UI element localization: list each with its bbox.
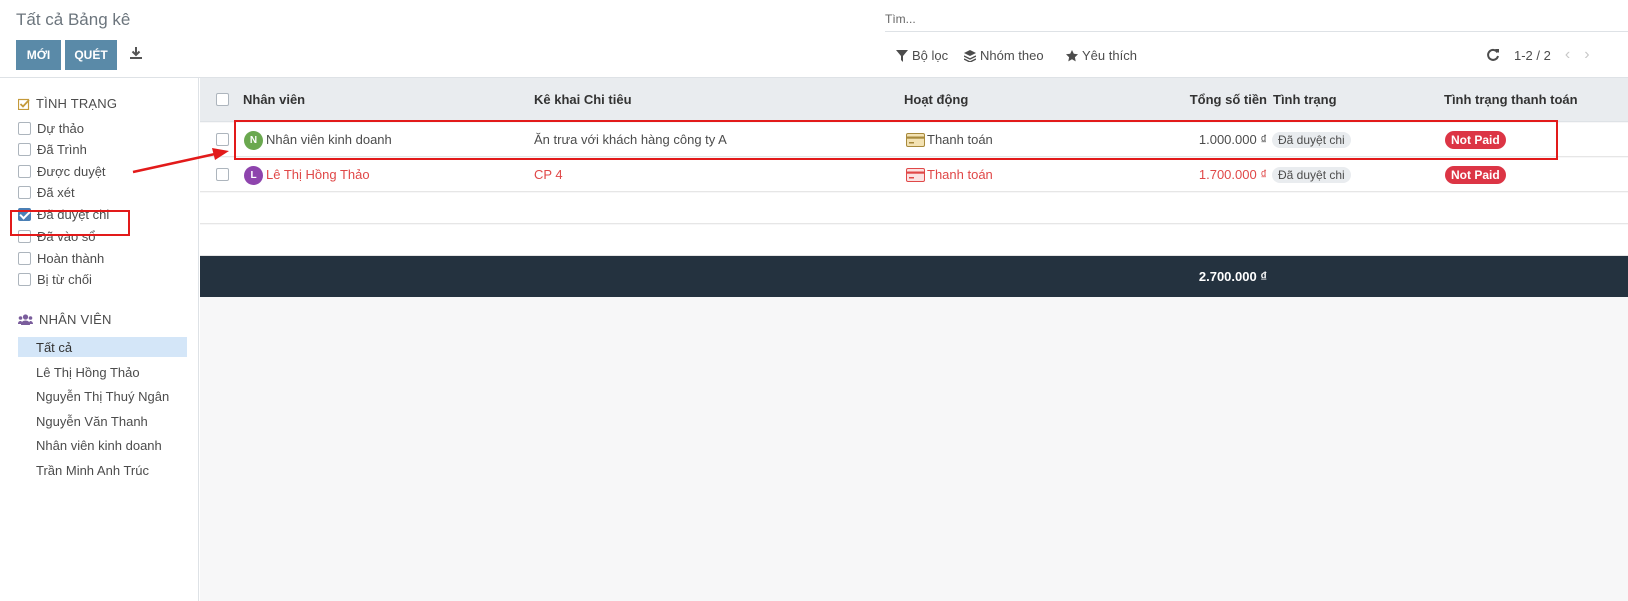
status-item-done[interactable]: Hoàn thành [18, 251, 104, 266]
filter-button[interactable]: Bộ lọc [896, 48, 948, 63]
status-label: Đã xét [37, 185, 75, 200]
status-checkbox[interactable] [18, 273, 31, 286]
status-checkbox[interactable] [18, 252, 31, 265]
status-item-reviewed[interactable]: Đã xét [18, 185, 75, 200]
users-icon [18, 313, 33, 325]
footer-total: 2.700.000 ₫ [1198, 269, 1267, 284]
status-checkbox[interactable] [18, 122, 31, 135]
search-panel: TÌNH TRẠNG Dự thảo Đã Trình Được duyệt Đ… [0, 78, 199, 601]
highlight-box-status [10, 210, 130, 236]
employee-item[interactable]: Nguyễn Thị Thuý Ngân [18, 386, 187, 406]
group-by-button[interactable]: Nhóm theo [964, 48, 1044, 63]
empty-row [200, 193, 1628, 224]
credit-card-icon[interactable] [906, 168, 925, 182]
chevron-left-icon[interactable]: ‹ [1565, 46, 1570, 64]
avatar: L [244, 166, 263, 185]
filter-icon [896, 49, 908, 62]
pager: 1-2 / 2 ‹ › [1486, 46, 1590, 64]
status-checkbox[interactable] [18, 165, 31, 178]
status-item-draft[interactable]: Dự thảo [18, 121, 84, 136]
status-item-approved[interactable]: Được duyệt [18, 164, 106, 179]
row-checkbox[interactable] [216, 133, 229, 146]
row-checkbox[interactable] [216, 168, 229, 181]
status-item-refused[interactable]: Bị từ chối [18, 272, 92, 287]
cell-activity[interactable]: Thanh toán [927, 167, 993, 182]
column-header-status[interactable]: Tình trạng [1273, 92, 1337, 107]
status-item-submitted[interactable]: Đã Trình [18, 142, 87, 157]
search-bar [885, 8, 1628, 32]
favorites-label: Yêu thích [1082, 48, 1137, 63]
table-footer: 2.700.000 ₫ [200, 256, 1628, 297]
status-checkbox[interactable] [18, 186, 31, 199]
status-label: Dự thảo [37, 121, 85, 136]
search-input[interactable] [885, 8, 1628, 30]
chevron-right-icon[interactable]: › [1584, 46, 1589, 64]
status-label: Được duyệt [37, 164, 106, 179]
check-square-icon [18, 98, 30, 110]
page-title: Tất cả Bảng kê [16, 10, 131, 29]
employee-item[interactable]: Trần Minh Anh Trúc [18, 460, 187, 480]
employee-item-all[interactable]: Tất cả [18, 337, 187, 357]
cell-total: 1.700.000 ₫ [1198, 167, 1267, 182]
cell-expense: CP 4 [534, 167, 563, 182]
new-button[interactable]: MỚI [16, 40, 61, 70]
select-all-checkbox[interactable] [216, 93, 229, 106]
column-header-employee[interactable]: Nhân viên [243, 92, 305, 107]
employee-section-header: NHÂN VIÊN [18, 312, 112, 327]
status-label: Đã Trình [37, 142, 87, 157]
employee-item[interactable]: Nhân viên kinh doanh [18, 435, 187, 455]
control-panel: Tất cả Bảng kê MỚI QUÉT Bộ lọc Nhóm theo… [0, 0, 1628, 78]
empty-row [200, 225, 1628, 256]
employee-item[interactable]: Lê Thị Hồng Thảo [18, 362, 187, 382]
status-badge: Đã duyệt chi [1272, 167, 1351, 183]
pager-value[interactable]: 1-2 / 2 [1514, 48, 1551, 63]
layers-icon [964, 49, 976, 62]
filter-label: Bộ lọc [912, 48, 949, 63]
scan-button[interactable]: QUÉT [65, 40, 117, 70]
table-header: Nhân viên Kê khai Chi tiêu Hoạt động Tổn… [200, 78, 1628, 122]
status-section-header: TÌNH TRẠNG [18, 96, 117, 111]
status-label: Hoàn thành [37, 251, 105, 266]
column-header-payment-status[interactable]: Tình trạng thanh toán [1444, 92, 1578, 107]
favorites-button[interactable]: Yêu thích [1066, 48, 1137, 63]
group-by-label: Nhóm theo [980, 48, 1044, 63]
employee-header-label: NHÂN VIÊN [39, 312, 112, 327]
table-row[interactable]: L Lê Thị Hồng Thảo CP 4 Thanh toán 1.700… [200, 158, 1628, 192]
download-icon[interactable] [128, 45, 144, 61]
column-header-total[interactable]: Tổng số tiền [1185, 92, 1267, 107]
refresh-icon[interactable] [1486, 48, 1500, 62]
payment-status-badge: Not Paid [1445, 166, 1506, 184]
highlight-box-row [234, 120, 1558, 160]
column-header-activity[interactable]: Hoạt động [904, 92, 968, 107]
status-checkbox[interactable] [18, 143, 31, 156]
status-label: Bị từ chối [37, 272, 92, 287]
status-header-label: TÌNH TRẠNG [36, 96, 118, 111]
employee-item[interactable]: Nguyễn Văn Thanh [18, 411, 187, 431]
column-header-expense[interactable]: Kê khai Chi tiêu [534, 92, 632, 107]
cell-employee: Lê Thị Hồng Thảo [266, 167, 370, 182]
star-icon [1066, 49, 1078, 61]
